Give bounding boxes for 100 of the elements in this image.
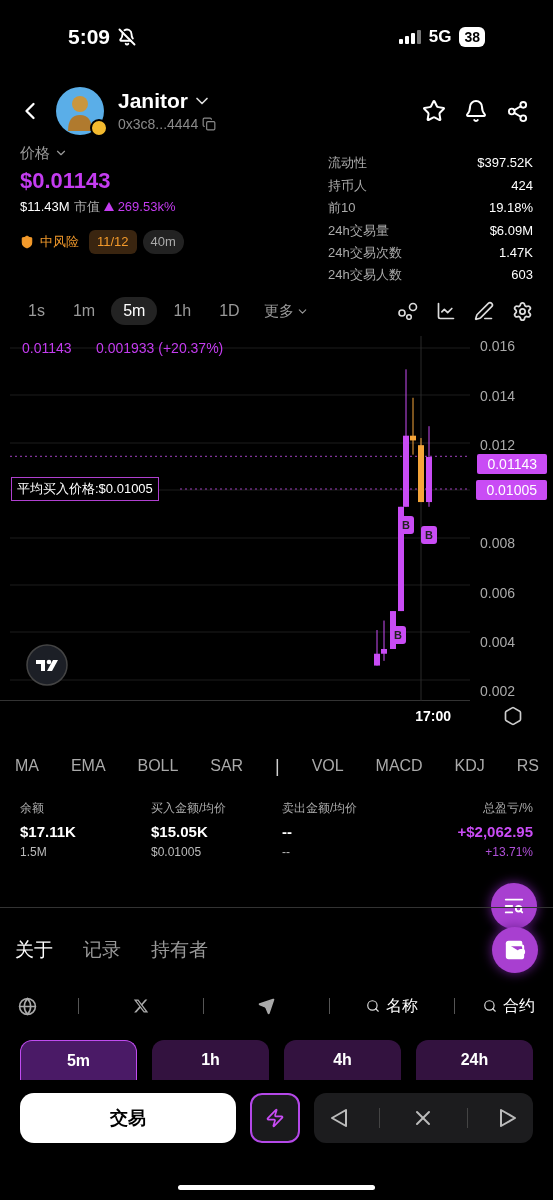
stat-label: 24h交易量 bbox=[328, 221, 389, 240]
candle bbox=[418, 437, 424, 503]
hexagon-icon bbox=[503, 706, 523, 727]
chart-header-change: 0.001933 (+20.37%) bbox=[96, 339, 224, 359]
y-axis-label: 0.002 bbox=[480, 683, 517, 700]
period-tab[interactable]: 1h bbox=[152, 1040, 269, 1081]
indicator-tab[interactable]: EMA bbox=[70, 754, 106, 779]
chart-header-price: 0.01143 bbox=[22, 339, 72, 359]
holding-value: -- bbox=[282, 822, 293, 843]
indicator-tab[interactable]: KDJ bbox=[454, 754, 485, 779]
indicator-tab[interactable]: SAR bbox=[210, 754, 244, 779]
stat-value: 603 bbox=[511, 266, 533, 285]
alert-button[interactable] bbox=[464, 99, 488, 123]
indicator-tab[interactable]: MACD bbox=[375, 754, 423, 779]
timeframe-tab[interactable]: 1D bbox=[207, 297, 252, 326]
section-tab[interactable]: 持有者 bbox=[151, 936, 208, 965]
indicator-tab[interactable]: VOL bbox=[311, 754, 344, 779]
token-name: Janitor bbox=[118, 87, 188, 114]
stat-label: 流动性 bbox=[328, 154, 367, 173]
market-cap-value: $11.43M bbox=[20, 197, 70, 216]
stat-label: 24h交易次数 bbox=[328, 244, 402, 262]
bell-off-icon bbox=[118, 28, 137, 46]
battery-indicator: 38 bbox=[459, 27, 485, 47]
holding-value: $15.05K bbox=[151, 822, 209, 843]
search-link[interactable]: 名称 bbox=[365, 994, 418, 1019]
search-icon bbox=[483, 999, 497, 1014]
draw-button[interactable] bbox=[474, 301, 494, 322]
avatar bbox=[56, 87, 104, 135]
telegram-link[interactable] bbox=[258, 997, 275, 1015]
lightning-icon bbox=[265, 1108, 285, 1129]
y-axis-label: 0.012 bbox=[480, 436, 517, 453]
stat-value: $397.52K bbox=[477, 154, 533, 173]
indicator-button[interactable] bbox=[398, 302, 418, 321]
signal-icon bbox=[398, 30, 421, 44]
holding-value: +$2,062.95 bbox=[457, 822, 533, 843]
stat-value: 19.18% bbox=[488, 199, 533, 218]
y-axis-label: 0.008 bbox=[480, 535, 517, 552]
stat-value: 424 bbox=[511, 176, 533, 195]
section-tab[interactable]: 记录 bbox=[83, 936, 121, 965]
stat-label: 前10 bbox=[328, 199, 356, 218]
y-axis-label: 0.004 bbox=[480, 634, 517, 651]
average-buy-price-label: 平均买入价格:$0.01005 bbox=[11, 477, 159, 502]
y-axis-label: 0.014 bbox=[480, 387, 517, 404]
timeframe-tab[interactable]: 1s bbox=[16, 297, 57, 326]
price-tag: 0.01143 bbox=[477, 454, 547, 475]
stat-label: 持币人 bbox=[328, 176, 367, 195]
more-dropdown[interactable]: 更多 bbox=[263, 300, 309, 323]
chain-badge-icon bbox=[90, 119, 108, 137]
website-link[interactable] bbox=[18, 996, 37, 1016]
holding-label: 买入金额/均价 bbox=[151, 800, 228, 818]
stat-value: $6.09M bbox=[489, 221, 533, 240]
period-tab[interactable]: 4h bbox=[284, 1040, 401, 1081]
next-button[interactable] bbox=[499, 1108, 518, 1129]
status-time: 5:09 bbox=[68, 24, 111, 51]
network-label: 5G bbox=[428, 26, 452, 49]
holding-subvalue: +13.71% bbox=[485, 844, 533, 862]
chart-type-button[interactable] bbox=[436, 301, 456, 322]
period-tab[interactable]: 24h bbox=[416, 1040, 533, 1081]
holding-subvalue: $0.01005 bbox=[151, 844, 203, 862]
indicator-tab[interactable]: RS bbox=[516, 754, 539, 779]
search-list-button[interactable] bbox=[491, 883, 537, 930]
shield-icon bbox=[20, 234, 34, 249]
share-button[interactable] bbox=[506, 99, 529, 123]
token-address: 0x3c8...4444 bbox=[118, 114, 199, 134]
period-tab[interactable]: 5m bbox=[20, 1040, 137, 1081]
section-tab[interactable]: 关于 bbox=[15, 936, 53, 965]
timeframe-tab[interactable]: 1m bbox=[60, 297, 108, 326]
trade-button[interactable]: 交易 bbox=[20, 1093, 236, 1144]
holding-subvalue: -- bbox=[282, 844, 291, 862]
holding-label: 余额 bbox=[20, 800, 45, 818]
timeframe-tab[interactable]: 5m bbox=[111, 297, 158, 326]
buy-marker: B bbox=[421, 526, 437, 545]
copy-button[interactable] bbox=[202, 117, 217, 131]
price-label: 价格 bbox=[20, 143, 50, 163]
risk-score-badge: 11/12 bbox=[89, 230, 137, 254]
stat-value: 1.47K bbox=[499, 244, 533, 262]
age-badge: 40m bbox=[142, 230, 184, 254]
favorite-button[interactable] bbox=[422, 99, 446, 123]
search-link[interactable]: 合约 bbox=[483, 994, 535, 1019]
settings-button[interactable] bbox=[512, 300, 533, 322]
price-value: $0.01143 bbox=[20, 166, 112, 195]
wallet-icon bbox=[504, 939, 526, 962]
risk-label: 中风险 bbox=[40, 233, 79, 251]
separator: | bbox=[275, 754, 280, 778]
wallet-button[interactable] bbox=[492, 927, 538, 974]
x-link[interactable] bbox=[133, 998, 150, 1015]
price-change: 269.53k% bbox=[117, 197, 176, 216]
timeframe-tab[interactable]: 1h bbox=[161, 297, 204, 326]
y-axis-label: 0.006 bbox=[480, 584, 517, 601]
quick-trade-button[interactable] bbox=[250, 1093, 300, 1144]
holding-label: 卖出金额/均价 bbox=[282, 800, 359, 818]
previous-button[interactable] bbox=[329, 1108, 348, 1129]
search-icon bbox=[365, 999, 380, 1014]
x-axis-label: 17:00 bbox=[415, 706, 451, 726]
y-axis-label: 0.016 bbox=[480, 338, 517, 355]
market-cap-label: 市值 bbox=[73, 197, 100, 216]
stat-label: 24h交易人数 bbox=[328, 266, 402, 285]
up-triangle-icon bbox=[103, 201, 114, 211]
indicator-tab[interactable]: MA bbox=[15, 754, 39, 779]
indicator-tab[interactable]: BOLL bbox=[137, 754, 179, 779]
